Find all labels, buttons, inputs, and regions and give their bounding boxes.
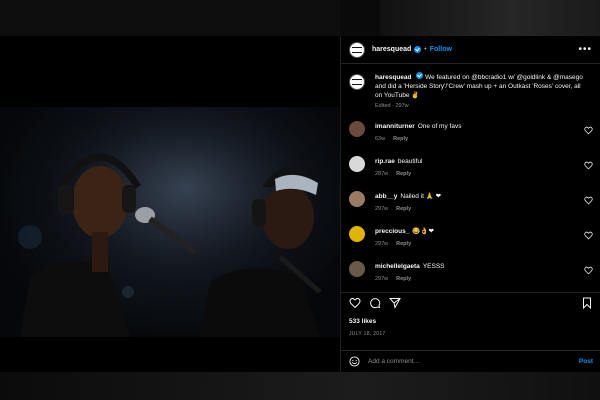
caption-username[interactable]: haresquead (375, 74, 412, 81)
action-bar (341, 292, 600, 312)
comment-text: One of my favs (417, 123, 462, 130)
comment-meta: 63w Reply (375, 136, 584, 142)
commenter-username[interactable]: michellelgaeta (375, 263, 420, 270)
reply-button[interactable]: Reply (396, 206, 411, 212)
separator: • (424, 46, 427, 53)
comment-text: Nailed it 🙏 ❤ (400, 193, 442, 200)
comment-body: rip.rae beautiful 287w Reply (375, 153, 584, 177)
post-modal: haresquead • Follow ••• haresquead We fe… (0, 36, 600, 372)
commenter-avatar[interactable] (349, 226, 365, 242)
share-icon[interactable] (389, 297, 401, 309)
comment-time: 287w (375, 171, 389, 177)
commenter-username[interactable]: preccious_ (375, 228, 409, 235)
post-caption: haresquead We featured on @bbcradio1 w/ … (341, 66, 600, 118)
comment-time: 297w (375, 241, 389, 247)
commenter-username[interactable]: rip.rae (375, 158, 395, 165)
comment-heart-icon[interactable] (584, 266, 593, 275)
commenter-avatar[interactable] (349, 121, 365, 137)
comment-row: michellelgaeta YESSS 297w Reply (341, 258, 600, 288)
likes-count[interactable]: 533 likes (349, 318, 376, 325)
comment-heart-icon[interactable] (584, 196, 593, 205)
bookmark-icon[interactable] (581, 297, 593, 309)
comment-line: michellelgaeta YESSS (375, 262, 584, 271)
commenter-username[interactable]: abb__y (375, 193, 397, 200)
studio-photo (0, 107, 340, 337)
post-image[interactable] (0, 107, 340, 337)
comment-body: michellelgaeta YESSS 297w Reply (375, 258, 584, 282)
verified-badge-icon (416, 72, 424, 79)
comment-row: preccious_ 😂👌❤ 297w Reply (341, 223, 600, 258)
account-username[interactable]: haresquead (372, 46, 411, 53)
emoji-icon[interactable] (349, 356, 360, 367)
verified-badge-icon (414, 46, 422, 53)
comment-heart-icon[interactable] (584, 231, 593, 240)
account-logo (352, 79, 362, 85)
comment-meta: 297w Reply (375, 241, 584, 247)
comment-meta: 297w Reply (375, 206, 584, 212)
comment-line: abb__y Nailed it 🙏 ❤ (375, 192, 584, 201)
comment-row: imanniturner One of my favs 63w Reply (341, 118, 600, 153)
comments-list[interactable]: haresquead We featured on @bbcradio1 w/ … (341, 66, 600, 288)
comment-input[interactable] (368, 358, 579, 365)
account-avatar[interactable] (349, 41, 365, 58)
comment-text: YESSS (422, 263, 445, 270)
comment-row: rip.rae beautiful 287w Reply (341, 153, 600, 188)
comment-time: 297w (375, 276, 389, 282)
backdrop-top-left (0, 0, 340, 36)
comment-heart-icon[interactable] (584, 126, 593, 135)
more-options-icon[interactable]: ••• (578, 44, 592, 55)
commenter-avatar[interactable] (349, 156, 365, 172)
caption-avatar[interactable] (349, 74, 365, 90)
comment-text: 😂👌❤ (412, 228, 434, 235)
backdrop-top-right (380, 0, 600, 36)
comment-heart-icon[interactable] (584, 161, 593, 170)
post-comment-button[interactable]: Post (579, 358, 593, 365)
reply-button[interactable]: Reply (396, 171, 411, 177)
commenter-avatar[interactable] (349, 191, 365, 207)
comment-body: abb__y Nailed it 🙏 ❤ 297w Reply (375, 188, 584, 212)
reply-button[interactable]: Reply (393, 136, 408, 142)
account-logo (352, 46, 362, 53)
comment-icon[interactable] (369, 297, 381, 309)
comment-body: imanniturner One of my favs 63w Reply (375, 118, 584, 142)
add-comment-bar: Post (341, 350, 600, 372)
comment-line: rip.rae beautiful (375, 157, 584, 166)
commenter-username[interactable]: imanniturner (375, 123, 415, 130)
backdrop-bottom (0, 372, 600, 400)
caption-body: haresquead We featured on @bbcradio1 w/ … (375, 72, 585, 118)
comment-meta: 297w Reply (375, 276, 584, 282)
comment-line: imanniturner One of my favs (375, 122, 584, 131)
commenter-avatar[interactable] (349, 261, 365, 277)
post-header: haresquead • Follow ••• (341, 36, 600, 64)
comment-row: abb__y Nailed it 🙏 ❤ 297w Reply (341, 188, 600, 223)
follow-button[interactable]: Follow (430, 46, 452, 53)
reply-button[interactable]: Reply (396, 241, 411, 247)
comment-body: preccious_ 😂👌❤ 297w Reply (375, 223, 584, 247)
comment-meta: 287w Reply (375, 171, 584, 177)
comment-time: 297w (375, 206, 389, 212)
post-date: JULY 18, 2017 (349, 331, 386, 337)
comment-text: beautiful (397, 158, 423, 165)
reply-button[interactable]: Reply (396, 276, 411, 282)
comment-line: preccious_ 😂👌❤ (375, 227, 584, 236)
post-side-panel: haresquead • Follow ••• haresquead We fe… (340, 36, 600, 372)
comment-time: 63w (375, 136, 386, 142)
caption-meta: Edited · 297w (375, 103, 409, 109)
heart-icon[interactable] (349, 297, 361, 309)
